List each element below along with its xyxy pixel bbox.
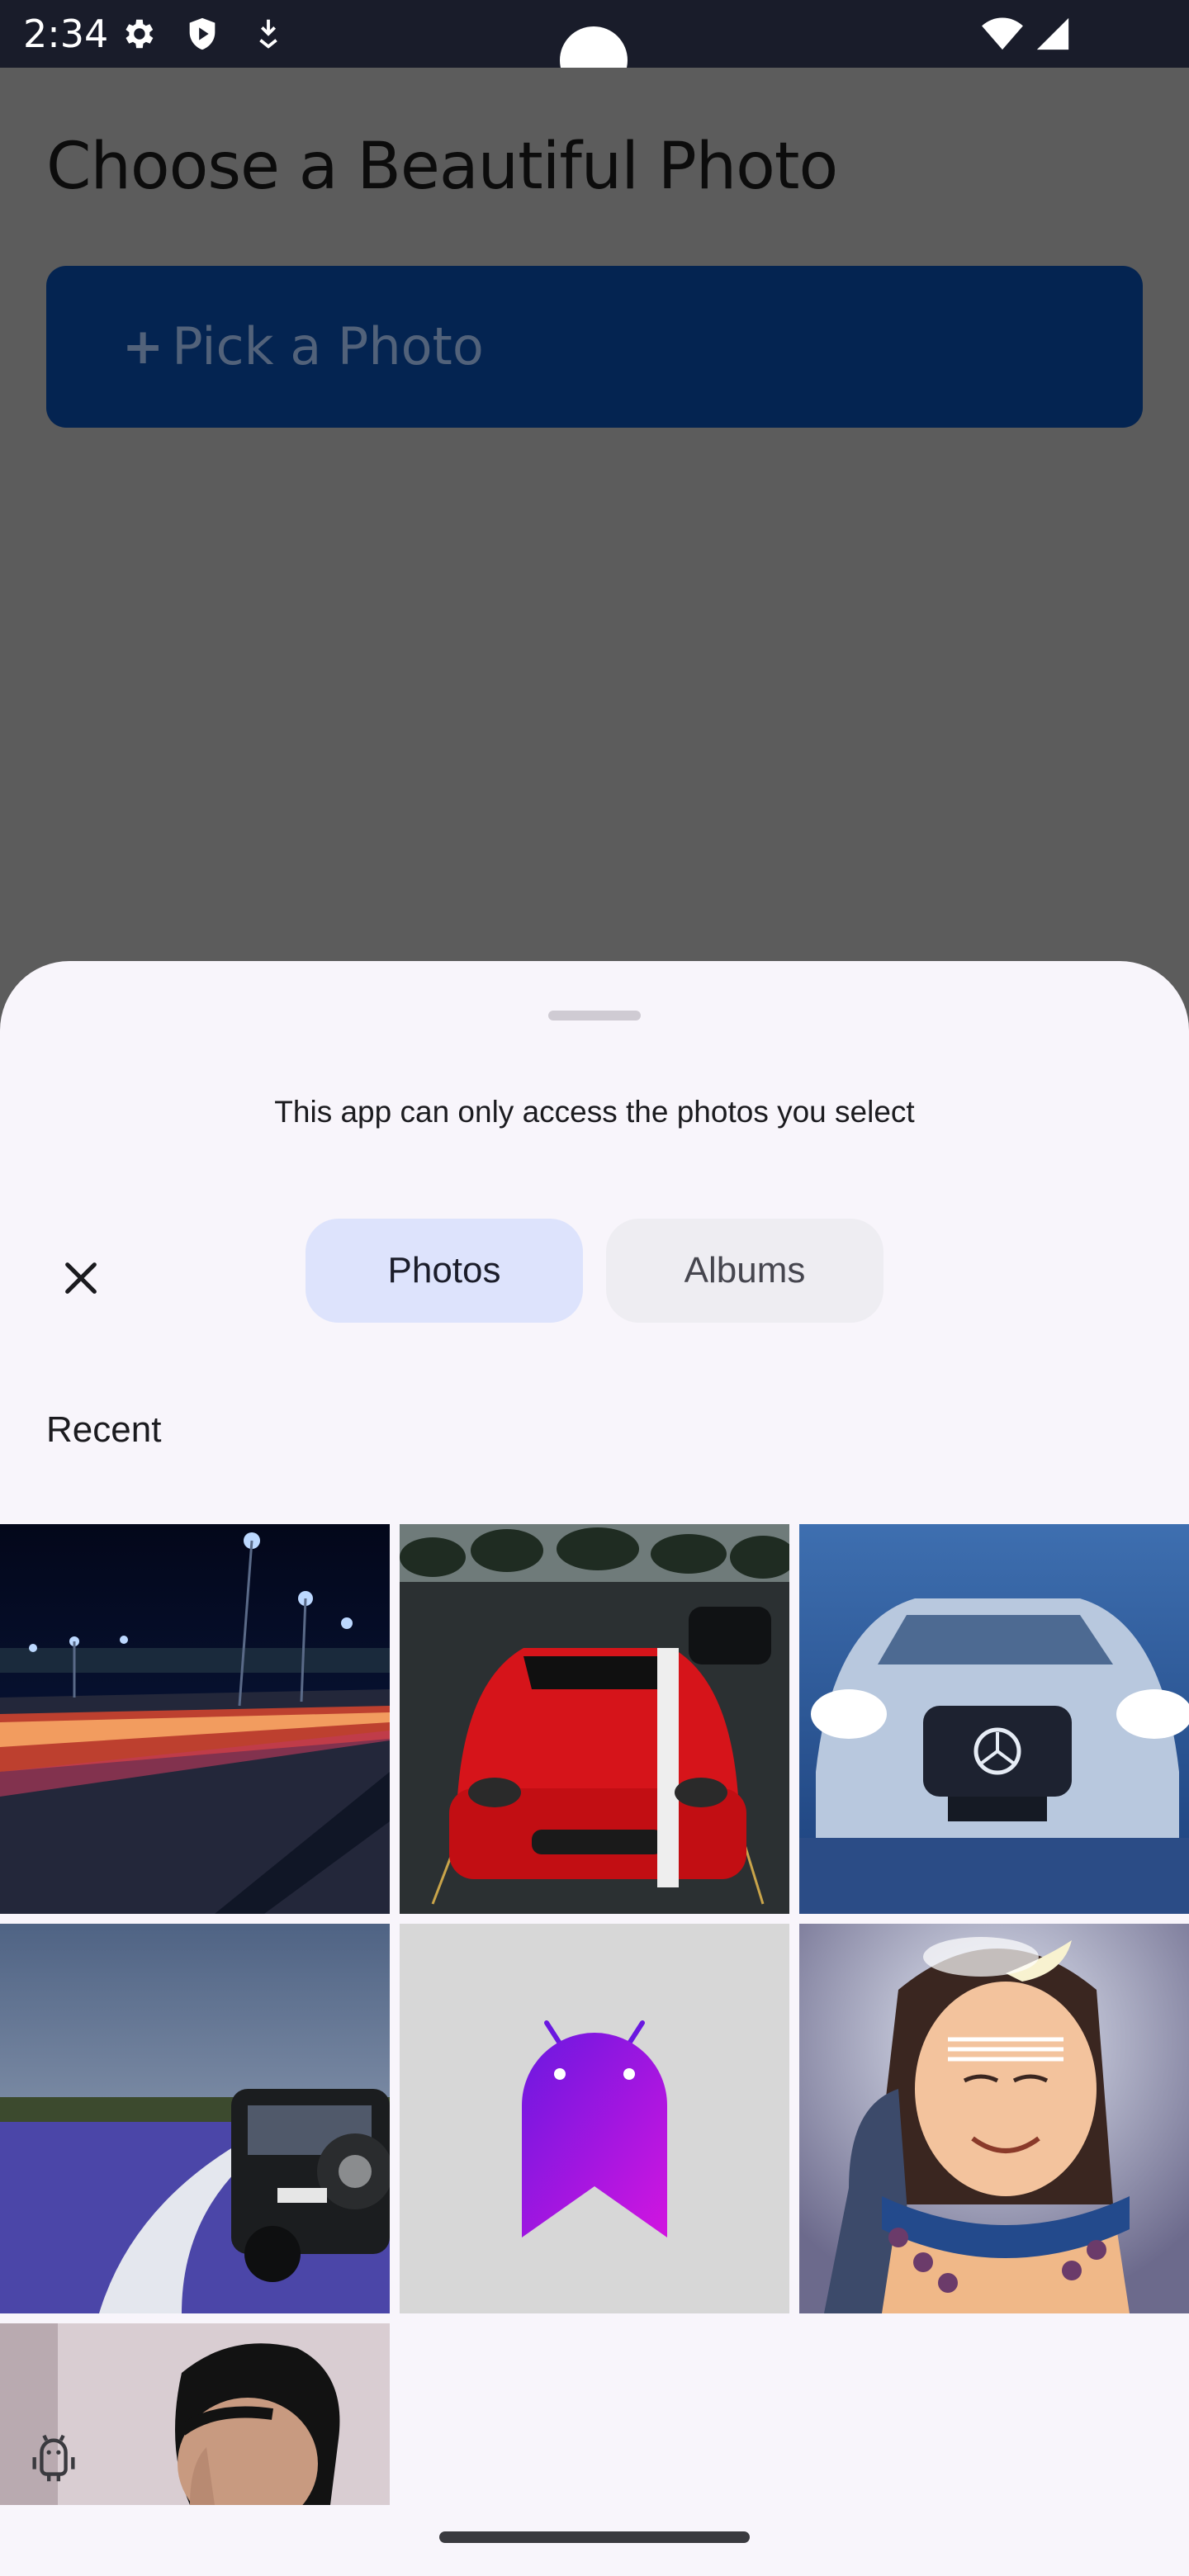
tab-albums-label: Albums	[684, 1250, 806, 1290]
download-badge-icon	[249, 15, 287, 53]
photo-picker-sheet: This app can only access the photos you …	[0, 961, 1189, 2576]
pick-photo-button[interactable]: + Pick a Photo	[46, 266, 1143, 428]
app-content: Choose a Beautiful Photo + Pick a Photo	[0, 68, 1189, 966]
close-button[interactable]	[48, 1245, 114, 1311]
page-title: Choose a Beautiful Photo	[46, 130, 838, 204]
access-notice: This app can only access the photos you …	[274, 1095, 915, 1129]
settings-icon	[119, 15, 157, 53]
tab-albums[interactable]: Albums	[606, 1219, 883, 1323]
section-label-recent: Recent	[46, 1409, 162, 1450]
gesture-nav-handle[interactable]	[439, 2531, 750, 2543]
pick-photo-label: Pick a Photo	[172, 316, 484, 376]
android-debug-icon[interactable]	[25, 2431, 83, 2488]
shield-play-icon	[183, 15, 221, 53]
photo-thumbnail[interactable]	[799, 1924, 1189, 2313]
cellular-signal-icon	[1032, 15, 1073, 53]
status-time: 2:34	[23, 12, 109, 56]
status-bar: 2:34	[0, 0, 1189, 94]
tab-photos[interactable]: Photos	[306, 1219, 583, 1323]
wifi-icon	[979, 15, 1026, 53]
photo-thumbnail[interactable]	[0, 1924, 390, 2313]
drag-handle[interactable]	[548, 1011, 641, 1020]
tab-photos-label: Photos	[387, 1250, 501, 1290]
photo-thumbnail[interactable]	[0, 1524, 390, 1914]
close-icon	[65, 1262, 97, 1294]
photo-thumbnail[interactable]	[400, 1924, 789, 2313]
plus-icon: +	[122, 318, 164, 376]
photo-thumbnail[interactable]	[799, 1524, 1189, 1914]
photo-thumbnail[interactable]	[400, 1524, 789, 1914]
